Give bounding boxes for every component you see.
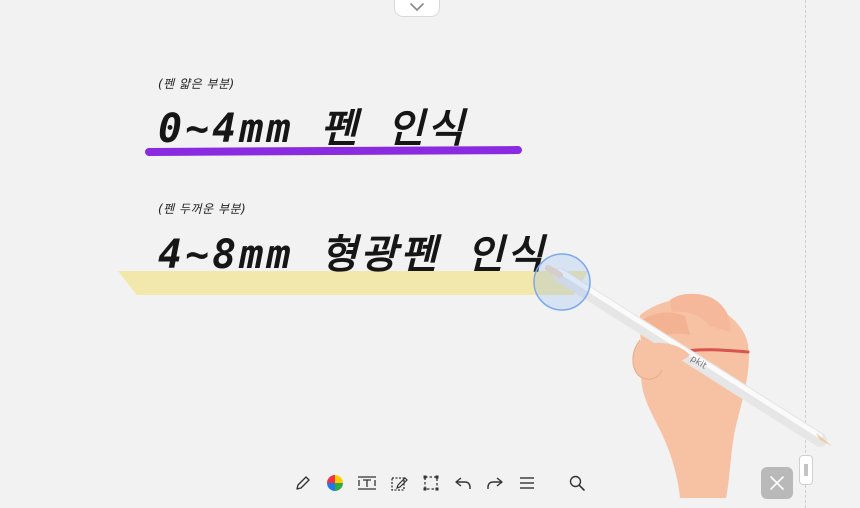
- undo-button[interactable]: [448, 468, 478, 498]
- thin-tip-title: 0~4mm 펜 인식: [158, 106, 467, 152]
- thin-tip-caption: (펜 얇은 부분): [158, 77, 235, 91]
- color-picker-icon: [327, 475, 343, 491]
- search-icon: [569, 475, 585, 491]
- menu-icon: [520, 477, 534, 489]
- undo-icon: [455, 477, 471, 489]
- pencil-icon: [296, 476, 310, 490]
- search-button[interactable]: [562, 468, 592, 498]
- image-edit-icon: [391, 477, 408, 491]
- bottom-toolbar: [288, 467, 592, 499]
- selection-tool-button[interactable]: [416, 468, 446, 498]
- text-box-icon: [358, 476, 376, 490]
- touch-indicator: [533, 253, 591, 311]
- text-box-button[interactable]: [352, 468, 382, 498]
- redo-icon: [487, 477, 503, 489]
- hand-with-stylus-illustration: pkit: [533, 253, 832, 498]
- pen-stroke-purple: [144, 146, 523, 156]
- chevron-down-icon: [410, 3, 424, 11]
- redo-button[interactable]: [480, 468, 510, 498]
- close-button[interactable]: [761, 467, 793, 499]
- close-icon: [770, 476, 784, 490]
- thick-tip-title: 4~8mm 형광펜 인식: [158, 232, 547, 278]
- color-picker-button[interactable]: [320, 468, 350, 498]
- collapse-pull-tab[interactable]: [394, 0, 440, 17]
- thick-tip-caption: (펜 두꺼운 부분): [158, 202, 247, 216]
- selection-icon: [423, 475, 439, 491]
- drawing-canvas[interactable]: (펜 얇은 부분) 0~4mm 펜 인식 (펜 두꺼운 부분) 4~8mm 형광…: [0, 0, 860, 508]
- image-edit-button[interactable]: [384, 468, 414, 498]
- pencil-tool-button[interactable]: [288, 468, 318, 498]
- menu-button[interactable]: [512, 468, 542, 498]
